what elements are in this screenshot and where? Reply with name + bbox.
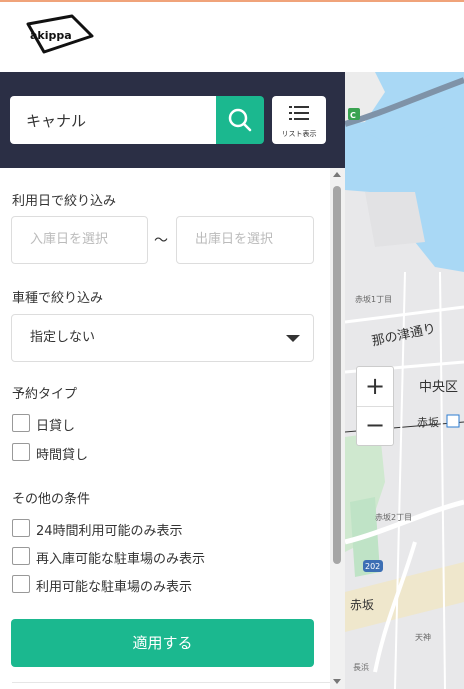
checkbox-box[interactable] xyxy=(12,519,30,537)
list-view-button[interactable]: リスト表示 xyxy=(272,96,326,144)
search-button[interactable] xyxy=(216,96,264,144)
checkbox-box[interactable] xyxy=(12,575,30,593)
filter-form: 利用日で絞り込み 入庫日を選択 〜 出庫日を選択 車種で絞り込み 指定しない 予… xyxy=(0,168,330,689)
list-icon xyxy=(289,106,309,120)
zoom-control: + − xyxy=(356,366,394,446)
zoom-in-button[interactable]: + xyxy=(357,367,393,407)
search-panel: リスト表示 利用日で絞り込み 入庫日を選択 〜 出庫日を選択 車種で絞り込み 指… xyxy=(0,72,345,689)
map-district-label: 中央区 xyxy=(419,380,459,395)
vehicle-type-select[interactable]: 指定しない xyxy=(11,314,314,362)
checkin-date-field[interactable]: 入庫日を選択 xyxy=(11,216,148,264)
map-small-label: 赤坂2丁目 xyxy=(375,513,413,522)
list-view-label: リスト表示 xyxy=(281,130,317,138)
scrollbar[interactable] xyxy=(330,168,345,689)
other-conditions-title: その他の条件 xyxy=(12,492,91,507)
expressway-badge: C xyxy=(350,111,356,120)
zoom-out-button[interactable]: − xyxy=(357,406,393,445)
route-badge: 202 xyxy=(365,562,381,571)
logo-text: akippa xyxy=(30,29,72,42)
checkbox-label: 時間貸し xyxy=(36,448,89,463)
map-small-label: 天神 xyxy=(415,633,431,642)
date-filter-title: 利用日で絞り込み xyxy=(12,194,117,209)
map-station-label: 赤坂 xyxy=(417,416,439,429)
checkout-date-field[interactable]: 出庫日を選択 xyxy=(176,216,314,264)
checkbox-label: 日貸し xyxy=(36,419,76,434)
search-input[interactable] xyxy=(10,96,216,144)
apply-button[interactable]: 適用する xyxy=(11,619,314,667)
scroll-thumb[interactable] xyxy=(333,186,341,564)
search-bar: リスト表示 xyxy=(0,72,345,168)
checkbox-box[interactable] xyxy=(12,547,30,565)
checkbox-label: 利用可能な駐車場のみ表示 xyxy=(36,580,193,595)
scroll-up-arrow-icon[interactable] xyxy=(333,172,341,177)
checkbox-label: 24時間利用可能のみ表示 xyxy=(36,524,183,539)
dropdown-caret-icon xyxy=(286,335,300,342)
date-separator: 〜 xyxy=(154,233,168,249)
checkbox-box[interactable] xyxy=(12,443,30,461)
checkbox-box[interactable] xyxy=(12,414,30,432)
vehicle-type-value: 指定しない xyxy=(30,330,96,345)
search-icon xyxy=(228,108,252,132)
map-small-label: 赤坂1丁目 xyxy=(355,295,393,304)
map-small-label: 長浜 xyxy=(353,663,369,672)
reservation-type-title: 予約タイプ xyxy=(12,387,78,402)
checkbox-label: 再入庫可能な駐車場のみ表示 xyxy=(36,552,206,567)
scroll-down-arrow-icon[interactable] xyxy=(333,679,341,684)
map-area-label: 赤坂 xyxy=(350,598,375,612)
divider xyxy=(12,682,330,683)
app-header: akippa xyxy=(0,2,464,72)
vehicle-filter-title: 車種で絞り込み xyxy=(12,291,104,306)
